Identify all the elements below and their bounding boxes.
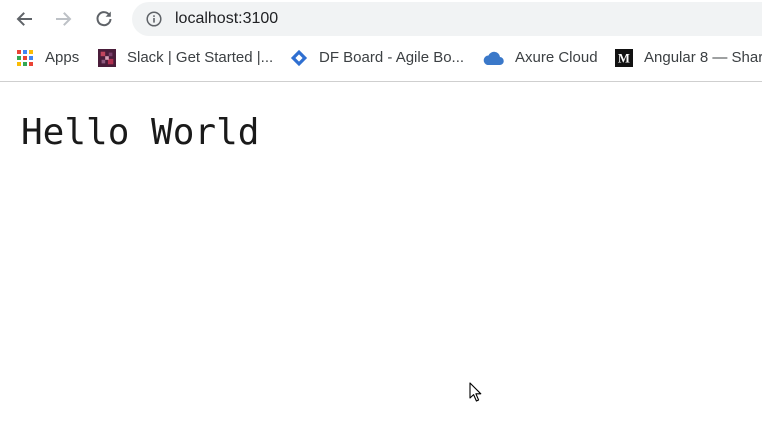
bookmark-label: DF Board - Agile Bo... <box>319 49 465 66</box>
url-text[interactable]: localhost:3100 <box>175 10 278 28</box>
svg-text:M: M <box>618 52 630 66</box>
bookmark-label: Apps <box>45 49 80 66</box>
slack-icon <box>98 49 116 67</box>
arrow-left-icon <box>16 12 32 26</box>
page-content: Hello World <box>0 82 762 437</box>
bookmark-label: Slack | Get Started |... <box>127 49 274 66</box>
bookmark-axure-cloud[interactable]: Axure Cloud <box>482 40 598 76</box>
forward-button[interactable] <box>52 7 76 31</box>
page-heading: Hello World <box>21 112 260 153</box>
browser-window: localhost:3100 Apps Slack | Get Started … <box>0 0 762 437</box>
mouse-cursor-icon <box>469 382 482 402</box>
bookmark-label: Angular 8 — Shar <box>644 49 762 66</box>
bookmarks-bar: Apps Slack | Get Started |... DF Board -… <box>0 40 762 76</box>
info-circle-icon[interactable] <box>146 11 162 27</box>
reload-icon <box>96 11 112 27</box>
bookmark-angular-8[interactable]: M Angular 8 — Shar <box>615 40 762 76</box>
bookmark-label: Axure Cloud <box>515 49 598 66</box>
apps-grid-icon <box>16 49 34 67</box>
reload-button[interactable] <box>92 7 116 31</box>
bookmark-apps[interactable]: Apps <box>16 40 79 76</box>
browser-toolbar: localhost:3100 <box>0 0 762 38</box>
cloud-icon <box>482 49 504 67</box>
back-button[interactable] <box>12 7 36 31</box>
bookmark-slack[interactable]: Slack | Get Started |... <box>98 40 273 76</box>
address-bar[interactable]: localhost:3100 <box>132 2 762 36</box>
arrow-right-icon <box>56 12 72 26</box>
bookmark-df-board[interactable]: DF Board - Agile Bo... <box>290 40 464 76</box>
diamond-icon <box>290 49 308 67</box>
medium-icon: M <box>615 49 633 67</box>
